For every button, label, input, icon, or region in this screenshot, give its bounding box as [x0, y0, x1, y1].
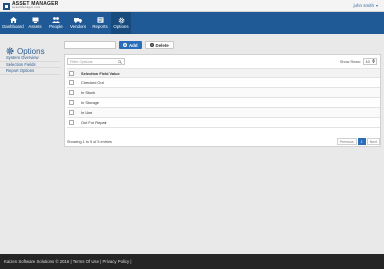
logo-mark-icon [3, 2, 10, 10]
toolbar: Add Delete [64, 40, 174, 50]
nav-dashboard[interactable]: Dashboard [2, 12, 24, 34]
page-1-button[interactable]: 1 [357, 138, 366, 145]
add-button[interactable]: Add [119, 41, 142, 49]
row-checkbox[interactable] [69, 80, 74, 85]
row-value: In Stock [81, 90, 96, 95]
show-rows-value: 10 [365, 59, 370, 64]
vendors-icon [74, 17, 82, 24]
sidebar-item-report-options[interactable]: Report Options [0, 68, 60, 75]
nav-vendors-label: Vendors [69, 23, 87, 29]
nav-reports-label: Reports [92, 23, 108, 29]
show-rows-select[interactable]: 10 [363, 58, 377, 65]
nav-options[interactable]: Options [111, 12, 131, 34]
row-checkbox[interactable] [69, 90, 74, 95]
pagination: Previous 1 Next [336, 138, 380, 145]
selection-values-panel: Filter Options Show Rows: 10 Selection F… [64, 54, 381, 147]
table-header-row: Selection Field Value [67, 68, 380, 78]
nav-reports[interactable]: Reports [90, 12, 110, 34]
top-bar: ASSET MANAGER AssetManager.com john smit… [0, 0, 384, 12]
table-row[interactable]: Checked Out [67, 78, 380, 88]
assets-icon [31, 17, 39, 24]
row-value: In Use [81, 110, 93, 115]
app-logo[interactable]: ASSET MANAGER AssetManager.com [3, 2, 59, 10]
user-name: john smith [353, 3, 374, 8]
row-value: Out For Repair [81, 120, 107, 125]
plus-icon [123, 42, 127, 48]
nav-assets[interactable]: Assets [27, 12, 43, 34]
people-icon [52, 17, 60, 24]
row-value: Checked Out [81, 80, 104, 85]
next-page-button[interactable]: Next [366, 138, 380, 145]
filter-placeholder: Filter Options [70, 59, 93, 64]
row-checkbox[interactable] [69, 100, 74, 105]
logo-subtitle: AssetManager.com [12, 6, 41, 10]
delete-icon [149, 42, 154, 48]
previous-page-button[interactable]: Previous [336, 138, 357, 145]
row-checkbox[interactable] [69, 120, 74, 125]
table-row[interactable]: Out For Repair [67, 118, 380, 128]
select-all-checkbox[interactable] [69, 70, 74, 76]
entries-summary: Showing 1 to 5 of 5 entries [67, 139, 112, 144]
nav-people-label: People [49, 23, 63, 29]
nav-options-label: Options [113, 23, 129, 29]
footer-text: Kaizen Software Solutions © 2016 | Terms… [4, 259, 132, 264]
page-footer: Kaizen Software Solutions © 2016 | Terms… [0, 254, 384, 269]
new-value-input[interactable] [64, 41, 116, 49]
table-row[interactable]: In Storage [67, 98, 380, 108]
main-nav: Dashboard Assets People Vendors Reports … [0, 12, 384, 34]
filter-input[interactable]: Filter Options [67, 58, 125, 65]
nav-assets-label: Assets [28, 23, 42, 29]
nav-dashboard-label: Dashboard [2, 23, 24, 29]
show-rows-label: Show Rows: [339, 59, 361, 64]
table-footer: Showing 1 to 5 of 5 entries Previous 1 N… [67, 137, 380, 146]
nav-vendors[interactable]: Vendors [68, 12, 88, 34]
row-value: In Storage [81, 100, 99, 105]
sidebar-menu: System Overview Selection Fields Report … [0, 55, 60, 75]
home-icon [9, 17, 17, 24]
table-row[interactable]: In Use [67, 108, 380, 118]
show-rows-control: Show Rows: 10 [340, 58, 377, 65]
chevron-updown-icon [371, 59, 375, 64]
delete-button[interactable]: Delete [144, 41, 174, 49]
column-header[interactable]: Selection Field Value [81, 71, 120, 76]
search-icon [118, 60, 122, 65]
table-row[interactable]: In Stock [67, 88, 380, 98]
reports-icon [96, 17, 104, 24]
delete-button-label: Delete [155, 42, 169, 48]
nav-people[interactable]: People [47, 12, 65, 34]
gear-icon [117, 17, 125, 24]
chevron-down-icon [376, 4, 378, 7]
row-checkbox[interactable] [69, 110, 74, 115]
user-menu[interactable]: john smith [353, 3, 378, 8]
add-button-label: Add [129, 42, 138, 48]
selection-table: Selection Field Value Checked Out In Sto… [67, 68, 380, 128]
